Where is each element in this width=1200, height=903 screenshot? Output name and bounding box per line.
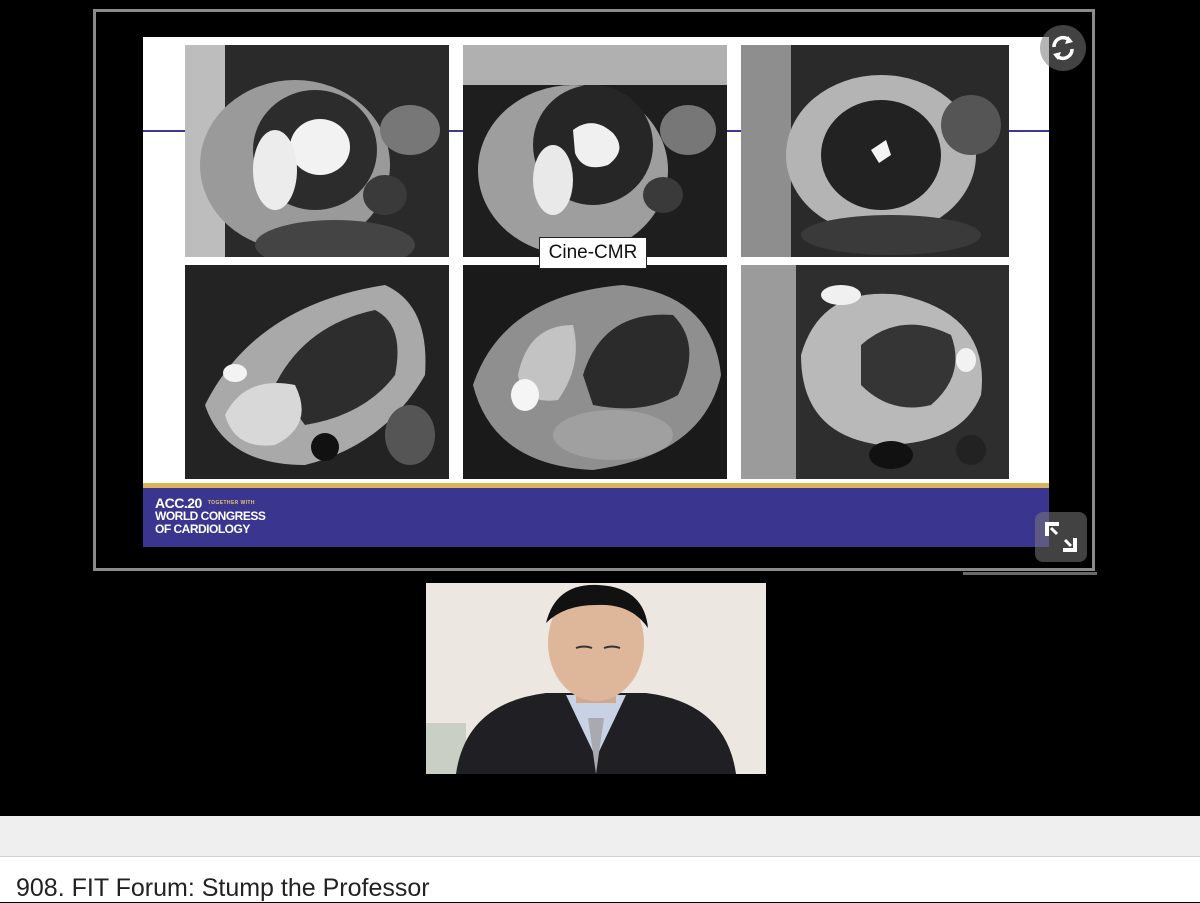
frame-scrollbar[interactable] [963,572,1097,575]
panel-divider [0,816,1200,857]
presentation-slide: Cine-CMR ACC.20 TOGETHER WITH WORLD CONGR… [143,37,1049,547]
acc20-wcc-logo: ACC.20 TOGETHER WITH WORLD CONGRESS OF CA… [155,496,266,536]
session-title: 908. FIT Forum: Stump the Professor [16,874,430,902]
mri-four-chamber [463,265,727,479]
mri-two-chamber [185,265,449,479]
slide-footer: ACC.20 TOGETHER WITH WORLD CONGRESS OF CA… [143,483,1049,547]
logo-line3: OF CARDIOLOGY [155,522,250,536]
mri-short-axis-basal [185,45,449,257]
sync-icon[interactable] [1040,25,1086,71]
presenter-video [426,583,766,774]
footer-accent-line [143,483,1049,488]
slide-caption: Cine-CMR [539,237,647,269]
mri-short-axis-apical [741,45,1009,257]
expand-icon[interactable] [1035,512,1087,562]
mri-three-chamber [741,265,1009,479]
mri-short-axis-mid [463,45,727,257]
